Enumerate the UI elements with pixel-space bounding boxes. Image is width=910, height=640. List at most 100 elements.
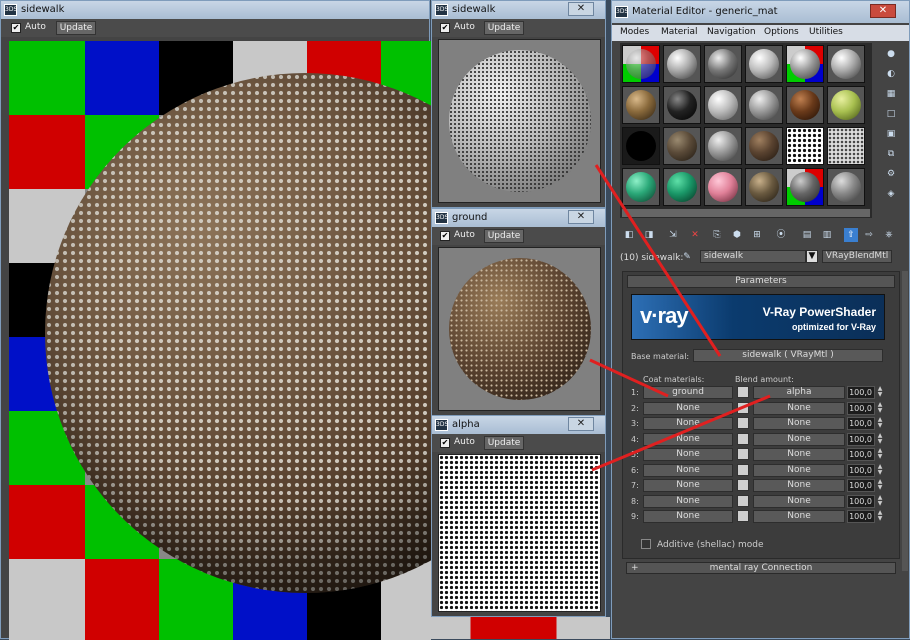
close-icon[interactable]: ✕ — [568, 2, 594, 16]
spinner-arrows-icon[interactable]: ▲ ▼ — [876, 479, 884, 492]
sample-slot[interactable] — [663, 127, 701, 165]
blend-amount-spinner[interactable]: 100,0 — [847, 417, 875, 430]
coat-material-button[interactable]: None — [643, 448, 733, 461]
spinner-arrows-icon[interactable]: ▲ ▼ — [876, 463, 884, 477]
spinner-arrows-icon[interactable]: ▲ ▼ — [876, 386, 884, 399]
show-end-result-icon[interactable]: ▥ — [820, 228, 834, 242]
preview-sidewalk-titlebar[interactable]: 3DS sidewalk ✕ — [432, 1, 605, 19]
mental-ray-rollout-header[interactable]: + mental ray Connection — [626, 562, 896, 574]
close-icon[interactable]: ✕ — [870, 4, 896, 18]
menu-material[interactable]: Material — [661, 27, 698, 37]
sample-slot[interactable] — [827, 86, 865, 124]
copy-material-icon[interactable]: ⎘ — [710, 228, 724, 242]
go-forward-sibling-icon[interactable]: ⇨ — [862, 228, 876, 242]
sample-slot[interactable] — [622, 86, 660, 124]
render-window-titlebar[interactable]: 3DS sidewalk — [1, 1, 429, 19]
sample-slot[interactable] — [704, 168, 742, 206]
spinner-arrows-icon[interactable]: ▲ ▼ — [876, 510, 884, 523]
video-color-check-icon[interactable]: ▣ — [884, 127, 898, 141]
blend-map-button[interactable]: None — [753, 494, 845, 508]
menu-navigation[interactable]: Navigation — [707, 27, 756, 37]
blend-map-button[interactable]: None — [753, 479, 845, 492]
sample-slot[interactable] — [745, 86, 783, 124]
coat-color-swatch[interactable] — [737, 463, 749, 476]
coat-material-button[interactable]: None — [643, 479, 733, 492]
sample-slot[interactable] — [622, 45, 660, 83]
material-type-button[interactable]: VRayBlendMtl — [822, 250, 892, 263]
material-id-icon[interactable]: ⦿ — [774, 228, 788, 242]
blend-map-button[interactable]: None — [753, 432, 845, 446]
material-name-dropdown-icon[interactable]: ▼ — [806, 250, 818, 263]
uv-tiling-icon[interactable]: □ — [884, 107, 898, 121]
coat-color-swatch[interactable] — [737, 386, 749, 398]
make-unique-icon[interactable]: ⬢ — [730, 228, 744, 242]
material-editor-titlebar[interactable]: 3DS Material Editor - generic_mat ✕ — [612, 1, 909, 23]
select-by-material-icon[interactable]: ◈ — [884, 187, 898, 201]
slots-scrollbar[interactable] — [622, 209, 870, 217]
sample-slot[interactable] — [622, 127, 660, 165]
close-icon[interactable]: ✕ — [568, 417, 594, 431]
coat-material-button[interactable]: None — [643, 417, 733, 430]
backlight-icon[interactable]: ◐ — [884, 67, 898, 81]
blend-amount-spinner[interactable]: 100,0 — [847, 510, 875, 523]
blend-map-button[interactable]: None — [753, 401, 845, 415]
coat-material-button[interactable]: None — [643, 463, 733, 477]
sample-slot[interactable] — [663, 86, 701, 124]
material-name-input[interactable]: sidewalk — [700, 250, 806, 263]
parameters-rollout-header[interactable]: Parameters — [627, 275, 895, 288]
coat-material-button[interactable]: None — [643, 494, 733, 508]
coat-color-swatch[interactable] — [737, 401, 749, 414]
blend-amount-spinner[interactable]: 100,0 — [847, 448, 875, 461]
spinner-arrows-icon[interactable]: ▲ ▼ — [876, 432, 884, 446]
blend-amount-spinner[interactable]: 100,0 — [847, 401, 875, 415]
put-to-library-icon[interactable]: ⊞ — [750, 228, 764, 242]
sample-slot[interactable] — [745, 168, 783, 206]
coat-color-swatch[interactable] — [737, 448, 749, 460]
make-preview-icon[interactable]: ⧉ — [884, 147, 898, 161]
sample-slot[interactable] — [745, 127, 783, 165]
additive-checkbox[interactable] — [641, 539, 651, 549]
blend-map-button[interactable]: None — [753, 417, 845, 430]
blend-amount-spinner[interactable]: 100,0 — [847, 479, 875, 492]
coat-color-swatch[interactable] — [737, 510, 749, 522]
sample-slot[interactable] — [745, 45, 783, 83]
blend-amount-spinner[interactable]: 100,0 — [847, 386, 875, 399]
sample-slot[interactable] — [704, 86, 742, 124]
coat-color-swatch[interactable] — [737, 432, 749, 445]
base-material-button[interactable]: sidewalk ( VRayMtl ) — [693, 349, 883, 362]
sample-slot[interactable] — [786, 45, 824, 83]
menu-utilities[interactable]: Utilities — [809, 27, 843, 37]
auto-checkbox[interactable]: ✔ — [11, 23, 21, 33]
spinner-arrows-icon[interactable]: ▲ ▼ — [876, 417, 884, 430]
update-button[interactable]: Update — [484, 229, 524, 243]
sample-slot[interactable] — [827, 168, 865, 206]
go-to-parent-icon[interactable]: ⇧ — [844, 228, 858, 242]
sample-slot[interactable] — [663, 45, 701, 83]
sample-slot[interactable] — [704, 127, 742, 165]
coat-material-button[interactable]: None — [643, 401, 733, 415]
blend-amount-spinner[interactable]: 100,0 — [847, 494, 875, 508]
coat-material-button[interactable]: None — [643, 432, 733, 446]
sample-slot[interactable] — [827, 45, 865, 83]
options-icon[interactable]: ⚙ — [884, 167, 898, 181]
sample-type-icon[interactable]: ● — [884, 47, 898, 61]
preview-alpha-titlebar[interactable]: 3DS alpha ✕ — [432, 416, 605, 434]
sample-slot[interactable] — [704, 45, 742, 83]
spinner-arrows-icon[interactable]: ▲ ▼ — [876, 448, 884, 461]
update-button[interactable]: Update — [484, 436, 524, 450]
coat-color-swatch[interactable] — [737, 494, 749, 507]
coat-material-button[interactable]: ground — [643, 386, 733, 399]
background-icon[interactable]: ▦ — [884, 87, 898, 101]
sample-slot[interactable] — [786, 86, 824, 124]
blend-amount-spinner[interactable]: 100,0 — [847, 463, 875, 477]
sample-slot[interactable] — [786, 127, 824, 165]
material-map-navigator-icon[interactable]: ⎈ — [882, 228, 896, 242]
put-to-scene-icon[interactable]: ◨ — [642, 228, 656, 242]
show-in-viewport-icon[interactable]: ▤ — [800, 228, 814, 242]
preview-ground-titlebar[interactable]: 3DS ground ✕ — [432, 209, 605, 227]
blend-map-button[interactable]: None — [753, 448, 845, 461]
blend-amount-spinner[interactable]: 100,0 — [847, 432, 875, 446]
menu-modes[interactable]: Modes — [620, 27, 649, 37]
reset-icon[interactable]: ✕ — [688, 228, 702, 242]
auto-checkbox[interactable]: ✔ — [440, 231, 450, 241]
